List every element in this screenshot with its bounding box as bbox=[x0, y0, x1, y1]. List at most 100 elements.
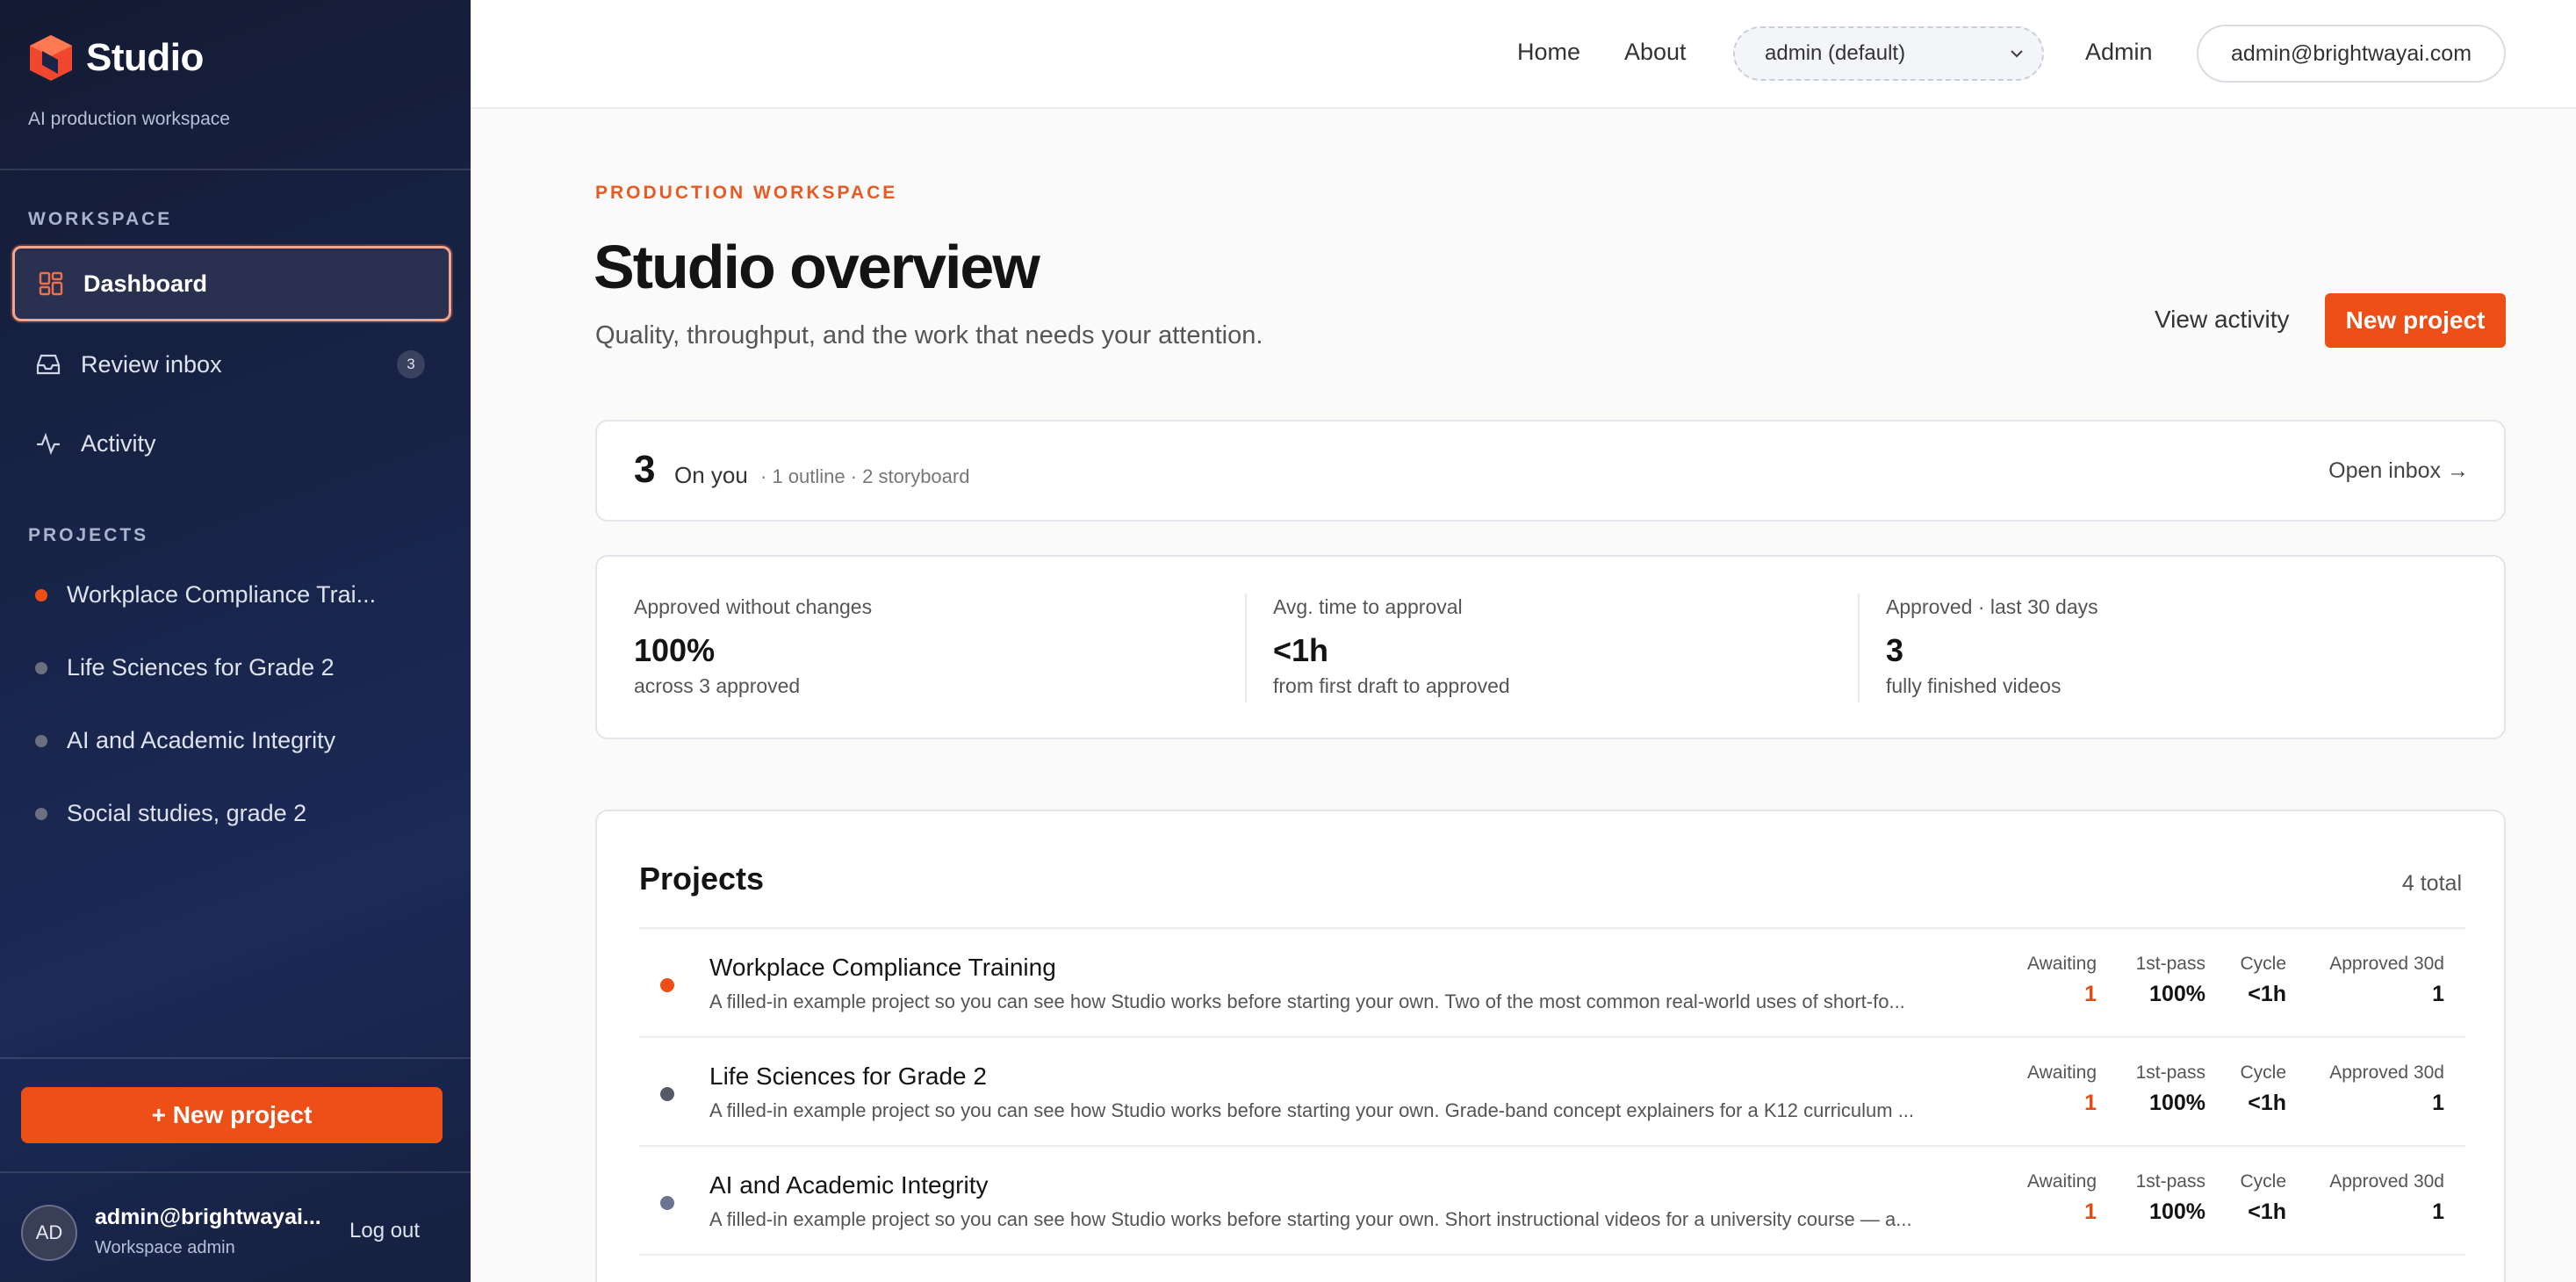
view-activity-link[interactable]: View activity bbox=[2155, 306, 2290, 334]
nav-link-about[interactable]: About bbox=[1624, 39, 1687, 66]
sidebar-item-review-inbox[interactable]: Review inbox 3 bbox=[12, 327, 451, 402]
projects-title: Projects bbox=[639, 861, 765, 897]
project-row[interactable]: Workplace Compliance Training A filled-i… bbox=[639, 927, 2465, 1036]
metric-value: 1 bbox=[2432, 1091, 2444, 1115]
sidebar-project-workplace-compliance[interactable]: Workplace Compliance Trai... bbox=[35, 581, 376, 609]
user-role: Workspace admin bbox=[95, 1238, 235, 1257]
sidebar-project-ai-academic[interactable]: AI and Academic Integrity bbox=[35, 727, 335, 754]
projects-heading: PROJECTS bbox=[28, 525, 149, 545]
tenant-select-value: admin (default) bbox=[1765, 41, 1906, 65]
metric-first-pass: 1st-pass 100% bbox=[2136, 954, 2205, 1007]
metric-awaiting: Awaiting 1 bbox=[2027, 1062, 2097, 1116]
metric-approved-30d: Approved 30d 1 bbox=[2329, 1062, 2444, 1116]
user-box: AD admin@brightwayai... Workspace admin … bbox=[0, 1173, 471, 1282]
metric-value: 1 bbox=[2432, 1199, 2444, 1224]
project-title: Life Sciences for Grade 2 bbox=[709, 1062, 987, 1090]
project-status-dot bbox=[660, 1087, 674, 1101]
account-email-button[interactable]: admin@brightwayai.com bbox=[2197, 25, 2506, 83]
project-row[interactable]: AI and Academic Integrity A filled-in ex… bbox=[639, 1145, 2465, 1254]
row-divider bbox=[639, 1254, 2465, 1256]
projects-total: 4 total bbox=[2401, 871, 2462, 896]
metric-value: <1h bbox=[2248, 982, 2286, 1006]
stat-foot: fully finished videos bbox=[1886, 674, 2062, 697]
stat-value: 100% bbox=[634, 632, 716, 668]
metric-cycle: Cycle <1h bbox=[2240, 1171, 2286, 1225]
activity-icon bbox=[37, 432, 60, 456]
chevron-down-icon bbox=[2011, 50, 2023, 58]
metric-label: 1st-pass bbox=[2135, 1062, 2205, 1083]
metric-value: <1h bbox=[2248, 1091, 2286, 1115]
project-status-dot bbox=[35, 734, 47, 747]
metric-value: 100% bbox=[2149, 1091, 2205, 1115]
projects-card: Projects 4 total Workplace Compliance Tr… bbox=[595, 810, 2506, 1282]
user-email: admin@brightwayai... bbox=[95, 1205, 321, 1229]
project-status-dot bbox=[35, 807, 47, 820]
sidebar-project-label: Workplace Compliance Trai... bbox=[67, 581, 377, 608]
brand-name: Studio bbox=[86, 36, 204, 79]
metric-cycle: Cycle <1h bbox=[2240, 1062, 2286, 1116]
stat-label: Avg. time to approval bbox=[1273, 595, 1463, 618]
inbox-icon bbox=[36, 354, 61, 375]
sidebar-item-label: Review inbox bbox=[81, 350, 222, 378]
stat-label: Approved · last 30 days bbox=[1886, 595, 2098, 618]
open-inbox-link[interactable]: Open inbox → bbox=[2328, 458, 2469, 484]
metric-approved-30d: Approved 30d 1 bbox=[2329, 954, 2444, 1007]
metric-label: Approved 30d bbox=[2329, 1171, 2444, 1192]
nav-link-admin[interactable]: Admin bbox=[2085, 39, 2153, 66]
stat-value: <1h bbox=[1273, 632, 1329, 668]
on-you-detail: · 1 outline · 2 storyboard bbox=[760, 465, 970, 487]
sidebar-item-activity[interactable]: Activity bbox=[12, 406, 451, 481]
sidebar-project-social-studies[interactable]: Social studies, grade 2 bbox=[35, 800, 306, 827]
metric-value: 100% bbox=[2149, 982, 2205, 1006]
sidebar-project-life-sciences[interactable]: Life Sciences for Grade 2 bbox=[35, 654, 335, 681]
metric-label: Cycle bbox=[2240, 1171, 2286, 1192]
project-title: Workplace Compliance Training bbox=[709, 954, 1056, 981]
stat-foot: across 3 approved bbox=[634, 674, 801, 697]
sidebar-item-dashboard[interactable]: Dashboard bbox=[12, 246, 451, 321]
page-title: Studio overview bbox=[594, 233, 1040, 301]
on-you-card: 3 On you · 1 outline · 2 storyboard Open… bbox=[595, 420, 2506, 522]
logout-button[interactable]: Log out bbox=[349, 1219, 420, 1243]
metric-value: <1h bbox=[2248, 1199, 2286, 1224]
sidebar-project-label: Life Sciences for Grade 2 bbox=[67, 654, 335, 681]
metric-value: 1 bbox=[2084, 982, 2097, 1006]
inbox-count-badge: 3 bbox=[397, 350, 425, 378]
metric-cycle: Cycle <1h bbox=[2240, 954, 2286, 1007]
project-row[interactable]: Life Sciences for Grade 2 A filled-in ex… bbox=[639, 1036, 2465, 1145]
nav-link-home[interactable]: Home bbox=[1517, 39, 1580, 66]
metric-label: 1st-pass bbox=[2135, 954, 2205, 974]
project-title: AI and Academic Integrity bbox=[709, 1171, 989, 1199]
brand[interactable]: Studio bbox=[28, 33, 204, 83]
brand-subtitle: AI production workspace bbox=[28, 109, 230, 129]
on-you-count: 3 bbox=[634, 448, 656, 491]
metric-label: Cycle bbox=[2240, 954, 2286, 974]
sidebar-project-label: AI and Academic Integrity bbox=[67, 727, 336, 753]
stat-divider bbox=[1858, 594, 1860, 702]
project-status-dot bbox=[35, 588, 47, 601]
tenant-select[interactable]: admin (default) bbox=[1733, 26, 2044, 81]
grid-icon bbox=[39, 271, 63, 296]
page-eyebrow: PRODUCTION WORKSPACE bbox=[595, 183, 898, 203]
new-project-button[interactable]: New project bbox=[2325, 293, 2506, 348]
stat-foot: from first draft to approved bbox=[1273, 674, 1510, 697]
metric-label: Cycle bbox=[2240, 1062, 2286, 1083]
metric-value: 100% bbox=[2149, 1199, 2205, 1224]
metric-value: 1 bbox=[2432, 982, 2444, 1006]
metric-first-pass: 1st-pass 100% bbox=[2136, 1062, 2205, 1116]
metric-label: 1st-pass bbox=[2135, 1171, 2205, 1192]
metric-label: Awaiting bbox=[2027, 954, 2097, 974]
avatar[interactable]: AD bbox=[21, 1205, 77, 1261]
project-description: A filled-in example project so you can s… bbox=[709, 1099, 1915, 1121]
sidebar-project-label: Social studies, grade 2 bbox=[67, 800, 307, 826]
metric-value: 1 bbox=[2084, 1091, 2097, 1115]
metric-label: Approved 30d bbox=[2329, 1062, 2444, 1083]
metric-approved-30d: Approved 30d 1 bbox=[2329, 1171, 2444, 1225]
metric-value: 1 bbox=[2084, 1199, 2097, 1224]
stats-card: Approved without changes 100% across 3 a… bbox=[595, 555, 2506, 739]
sidebar-new-project-button[interactable]: + New project bbox=[21, 1087, 443, 1143]
sidebar: Studio AI production workspace WORKSPACE… bbox=[0, 0, 471, 1282]
metric-first-pass: 1st-pass 100% bbox=[2136, 1171, 2205, 1225]
stat-value: 3 bbox=[1886, 632, 1904, 668]
topbar: Home About admin (default) Admin admin@b… bbox=[471, 0, 2576, 109]
metric-label: Awaiting bbox=[2027, 1171, 2097, 1192]
